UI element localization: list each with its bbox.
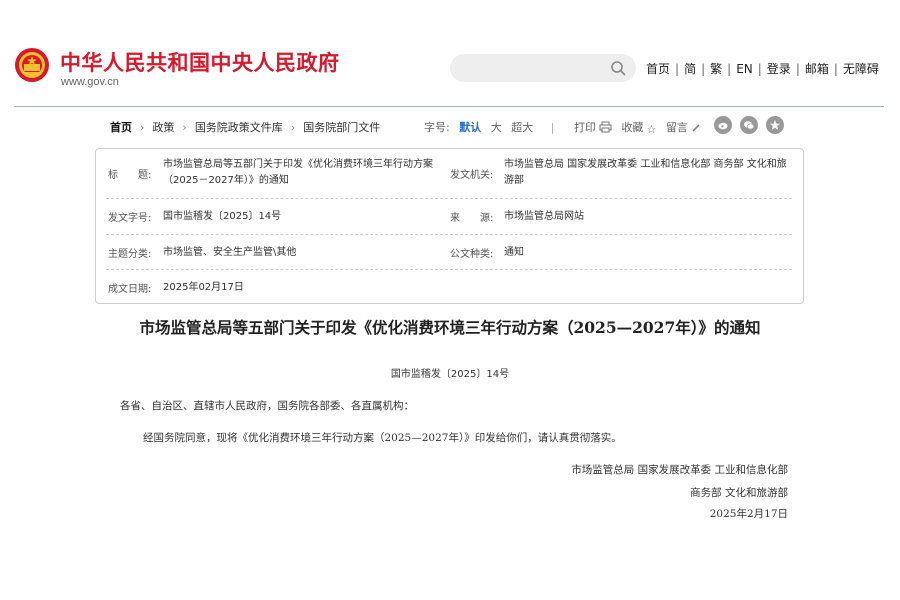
star-icon: ☆: [646, 123, 657, 136]
nav-home[interactable]: 首页: [646, 62, 670, 76]
qzone-icon[interactable]: [766, 116, 784, 134]
nav-separator: |: [675, 62, 680, 76]
signature-issuers-line1: 市场监管总局 国家发展改革委 工业和信息化部: [571, 464, 788, 476]
chevron-right-icon: ›: [182, 121, 187, 134]
nav-simplified[interactable]: 简: [684, 62, 696, 76]
breadcrumb-policy[interactable]: 政策: [152, 121, 174, 134]
metadata-row: 主题分类: 市场监管、安全生产监管\其他 公文种类: 通知: [106, 235, 792, 270]
doc-type-value: 通知: [504, 247, 524, 258]
search-icon[interactable]: [610, 60, 626, 76]
font-size-label: 字号:: [424, 121, 450, 134]
nav-separator: |: [833, 62, 838, 76]
breadcrumb-policy-library[interactable]: 国务院政策文件库: [195, 121, 283, 134]
font-size-large[interactable]: 大: [491, 121, 502, 134]
pencil-icon: [692, 124, 700, 132]
date-label: 成文日期:: [108, 284, 152, 295]
topic-value: 市场监管、安全生产监管\其他: [163, 247, 297, 258]
source-value: 市场监管总局网站: [504, 211, 584, 222]
metadata-row: 发文字号: 国市监稽发〔2025〕14号 来 源: 市场监管总局网站: [106, 199, 792, 235]
metadata-row: 成文日期: 2025年02月17日: [106, 270, 792, 302]
nav-login[interactable]: 登录: [767, 62, 791, 76]
breadcrumb-home[interactable]: 首页: [110, 121, 132, 134]
date-value: 2025年02月17日: [163, 282, 244, 293]
nav-mail[interactable]: 邮箱: [805, 62, 829, 76]
favorite-button[interactable]: 收藏 ☆: [621, 121, 657, 136]
chevron-right-icon: ›: [290, 121, 296, 134]
source-label: 来 源:: [450, 213, 494, 224]
wechat-icon[interactable]: [740, 116, 758, 134]
nav-traditional[interactable]: 繁: [710, 62, 722, 76]
comment-label: 留言: [665, 121, 688, 134]
weibo-icon[interactable]: [714, 116, 732, 134]
nav-separator: |: [795, 62, 800, 76]
site-url: www.gov.cn: [61, 76, 119, 88]
nav-english[interactable]: EN: [736, 62, 753, 76]
favorite-label: 收藏: [621, 121, 644, 134]
doc-type-label: 公文种类:: [450, 249, 494, 260]
document-metadata-table: 标 题: 市场监管总局等五部门关于印发《优化消费环境三年行动方案（2025－20…: [95, 148, 804, 304]
chevron-right-icon: ›: [140, 121, 145, 134]
nav-separator: |: [757, 62, 762, 76]
docno-label: 发文字号:: [108, 213, 152, 224]
issuer-value: 市场监管总局 国家发展改革委 工业和信息化部 商务部 文化和旅游部: [504, 159, 787, 186]
docno-value: 国市监稽发〔2025〕14号: [163, 211, 282, 222]
site-title[interactable]: 中华人民共和国中央人民政府: [60, 47, 340, 77]
nav-separator: |: [727, 62, 732, 76]
signature-date: 2025年2月17日: [709, 508, 788, 520]
share-icons: [714, 116, 792, 137]
addressee-line: 各省、自治区、直辖市人民政府，国务院各部委、各直属机构：: [120, 400, 414, 412]
article-tools: 字号: 默认 大 超大 | 打印 收藏☆ 留言 |: [424, 119, 738, 136]
top-nav: 首页 | 简 | 繁 | EN | 登录 | 邮箱 | 无障碍: [646, 60, 879, 77]
print-label: 打印: [573, 121, 596, 134]
topic-label: 主题分类:: [108, 249, 152, 260]
site-header: 中华人民共和国中央人民政府 www.gov.cn 首页 | 简 | 繁 | EN | 登录 | 邮箱…: [0, 0, 900, 107]
title-value: 市场监管总局等五部门关于印发《优化消费环境三年行动方案（2025－2027年）》…: [163, 159, 433, 186]
breadcrumb: 首页 › 政策 › 国务院政策文件库 › 国务院部门文件: [110, 119, 380, 135]
search-input[interactable]: [450, 54, 636, 82]
title-label: 标 题:: [108, 170, 152, 181]
body-paragraph: 经国务院同意，现将《优化消费环境三年行动方案（2025—2027年）》印发给你们…: [143, 432, 622, 444]
nav-accessibility[interactable]: 无障碍: [843, 62, 879, 76]
font-size-xlarge[interactable]: 超大: [511, 121, 533, 134]
tools-divider: |: [550, 121, 555, 134]
nav-separator: |: [701, 62, 706, 76]
printer-icon: [599, 121, 612, 133]
national-emblem-icon[interactable]: [14, 47, 50, 83]
document-number: 国市监稽发〔2025〕14号: [390, 369, 510, 380]
metadata-row: 标 题: 市场监管总局等五部门关于印发《优化消费环境三年行动方案（2025－20…: [106, 149, 792, 199]
breadcrumb-bar: 首页 › 政策 › 国务院政策文件库 › 国务院部门文件 字号: 默认 大 超大 | 打印 …: [0, 105, 900, 145]
document-title: 市场监管总局等五部门关于印发《优化消费环境三年行动方案（2025—2027年）》…: [139, 318, 761, 337]
font-size-default[interactable]: 默认: [459, 121, 481, 134]
comment-button[interactable]: 留言: [666, 121, 701, 134]
print-button[interactable]: 打印: [574, 121, 612, 134]
signature-issuers-line2: 商务部 文化和旅游部: [690, 487, 788, 499]
issuer-label: 发文机关:: [450, 170, 494, 181]
breadcrumb-department-docs[interactable]: 国务院部门文件: [303, 121, 380, 134]
